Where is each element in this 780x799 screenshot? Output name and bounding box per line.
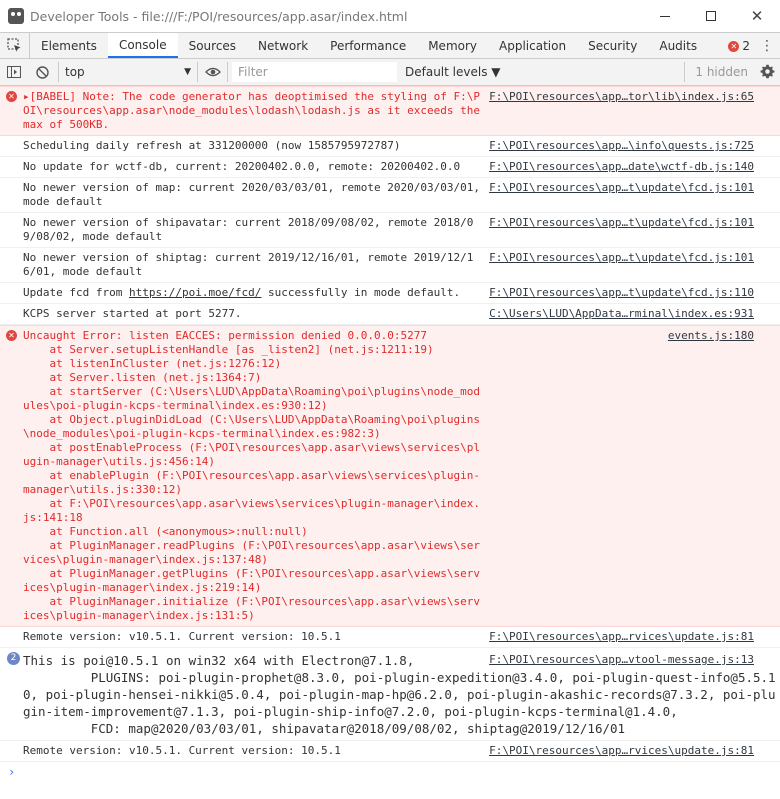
- console-message: Remote version: v10.5.1. Current version…: [0, 627, 780, 648]
- minimize-button[interactable]: [642, 0, 688, 32]
- log-levels-label: Default levels ▼: [405, 65, 501, 79]
- title-bar: Developer Tools - file:///F:/POI/resourc…: [0, 0, 780, 32]
- tab-security[interactable]: Security: [577, 33, 648, 58]
- tab-memory[interactable]: Memory: [417, 33, 488, 58]
- console-toolbar: top ▼ Default levels ▼ 1 hidden: [0, 59, 780, 86]
- tab-audits[interactable]: Audits: [648, 33, 708, 58]
- repeat-count-badge: 2: [7, 652, 20, 665]
- source-link[interactable]: F:\POI\resources\app…rvices\update.js:81: [489, 744, 754, 758]
- tab-console[interactable]: Console: [107, 33, 178, 58]
- context-selector[interactable]: top ▼: [58, 62, 198, 82]
- source-link[interactable]: F:\POI\resources\app…t\update\fcd.js:101: [489, 181, 754, 195]
- window-title: Developer Tools - file:///F:/POI/resourc…: [30, 8, 408, 24]
- console-message: No newer version of map: current 2020/03…: [0, 178, 780, 213]
- message-text-after: successfully in mode default.: [261, 286, 461, 299]
- console-message: No newer version of shiptag: current 201…: [0, 248, 780, 283]
- source-link[interactable]: F:\POI\resources\app…tor\lib\index.js:65: [489, 90, 754, 104]
- clear-console-button[interactable]: [28, 59, 56, 85]
- inspect-icon: [7, 38, 21, 52]
- console-message: No update for wctf-db, current: 20200402…: [0, 157, 780, 178]
- source-link[interactable]: F:\POI\resources\app…rvices\update.js:81: [489, 630, 754, 644]
- console-message-error: ✕ ▸[BABEL] Note: The code generator has …: [0, 86, 780, 136]
- devtools-tab-bar: Elements Console Sources Network Perform…: [0, 32, 780, 59]
- maximize-button[interactable]: [688, 0, 734, 32]
- error-icon: ✕: [728, 40, 740, 52]
- source-link[interactable]: C:\Users\LUD\AppData…rminal\index.es:931: [489, 307, 754, 321]
- minimize-icon: [660, 15, 670, 17]
- clear-icon: [35, 65, 49, 79]
- toggle-sidebar-button[interactable]: [0, 59, 28, 85]
- error-count-badge[interactable]: ✕ 2: [728, 39, 750, 53]
- source-link[interactable]: F:\POI\resources\app…\info\quests.js:725: [489, 139, 754, 153]
- console-settings-button[interactable]: [760, 64, 775, 82]
- stack-trace-text: Uncaught Error: listen EACCES: permissio…: [23, 329, 480, 622]
- console-messages: ✕ ▸[BABEL] Note: The code generator has …: [0, 86, 780, 779]
- log-levels-dropdown[interactable]: Default levels ▼: [405, 65, 501, 79]
- dropdown-arrow-icon: ▼: [184, 67, 191, 77]
- console-message: Remote version: v10.5.1. Current version…: [0, 741, 780, 762]
- console-message-error: ✕ Uncaught Error: listen EACCES: permiss…: [0, 325, 780, 627]
- eye-icon: [204, 67, 221, 77]
- console-message: No newer version of shipavatar: current …: [0, 213, 780, 248]
- console-message: Scheduling daily refresh at 331200000 (n…: [0, 136, 780, 157]
- message-text-before: Update fcd from: [23, 286, 129, 299]
- error-count: 2: [742, 39, 750, 53]
- inspect-element-button[interactable]: [0, 33, 30, 58]
- source-link[interactable]: F:\POI\resources\app…vtool-message.js:13: [489, 651, 754, 668]
- source-link[interactable]: F:\POI\resources\app…t\update\fcd.js:110: [489, 286, 754, 300]
- maximize-icon: [706, 11, 716, 21]
- tab-sources[interactable]: Sources: [178, 33, 247, 58]
- source-link[interactable]: events.js:180: [668, 329, 754, 343]
- console-prompt[interactable]: ›: [0, 762, 780, 779]
- tab-elements[interactable]: Elements: [30, 33, 108, 58]
- hidden-count: 1 hidden: [684, 62, 748, 82]
- tab-performance[interactable]: Performance: [319, 33, 417, 58]
- source-link[interactable]: F:\POI\resources\app…t\update\fcd.js:101: [489, 216, 754, 230]
- error-icon: ✕: [6, 330, 17, 341]
- close-button[interactable]: ✕: [734, 0, 780, 32]
- live-expression-button[interactable]: [198, 62, 228, 82]
- source-link[interactable]: F:\POI\resources\app…date\wctf-db.js:140: [489, 160, 754, 174]
- app-icon: [8, 8, 24, 24]
- tab-application[interactable]: Application: [488, 33, 577, 58]
- more-options-icon[interactable]: ⋮: [760, 39, 774, 53]
- gear-icon: [760, 64, 775, 79]
- context-value: top: [65, 65, 85, 79]
- console-message: KCPS server started at port 5277. C:\Use…: [0, 304, 780, 325]
- console-message: Update fcd from https://poi.moe/fcd/ suc…: [0, 283, 780, 304]
- close-icon: ✕: [750, 6, 764, 25]
- filter-input[interactable]: [232, 62, 397, 82]
- console-message-grouped: 2 F:\POI\resources\app…vtool-message.js:…: [0, 648, 780, 741]
- prompt-chevron-icon: ›: [8, 765, 16, 779]
- error-icon: ✕: [6, 91, 17, 102]
- source-link[interactable]: F:\POI\resources\app…t\update\fcd.js:101: [489, 251, 754, 265]
- tab-network[interactable]: Network: [247, 33, 319, 58]
- fcd-url-link[interactable]: https://poi.moe/fcd/: [129, 286, 261, 299]
- sidebar-icon: [7, 66, 21, 78]
